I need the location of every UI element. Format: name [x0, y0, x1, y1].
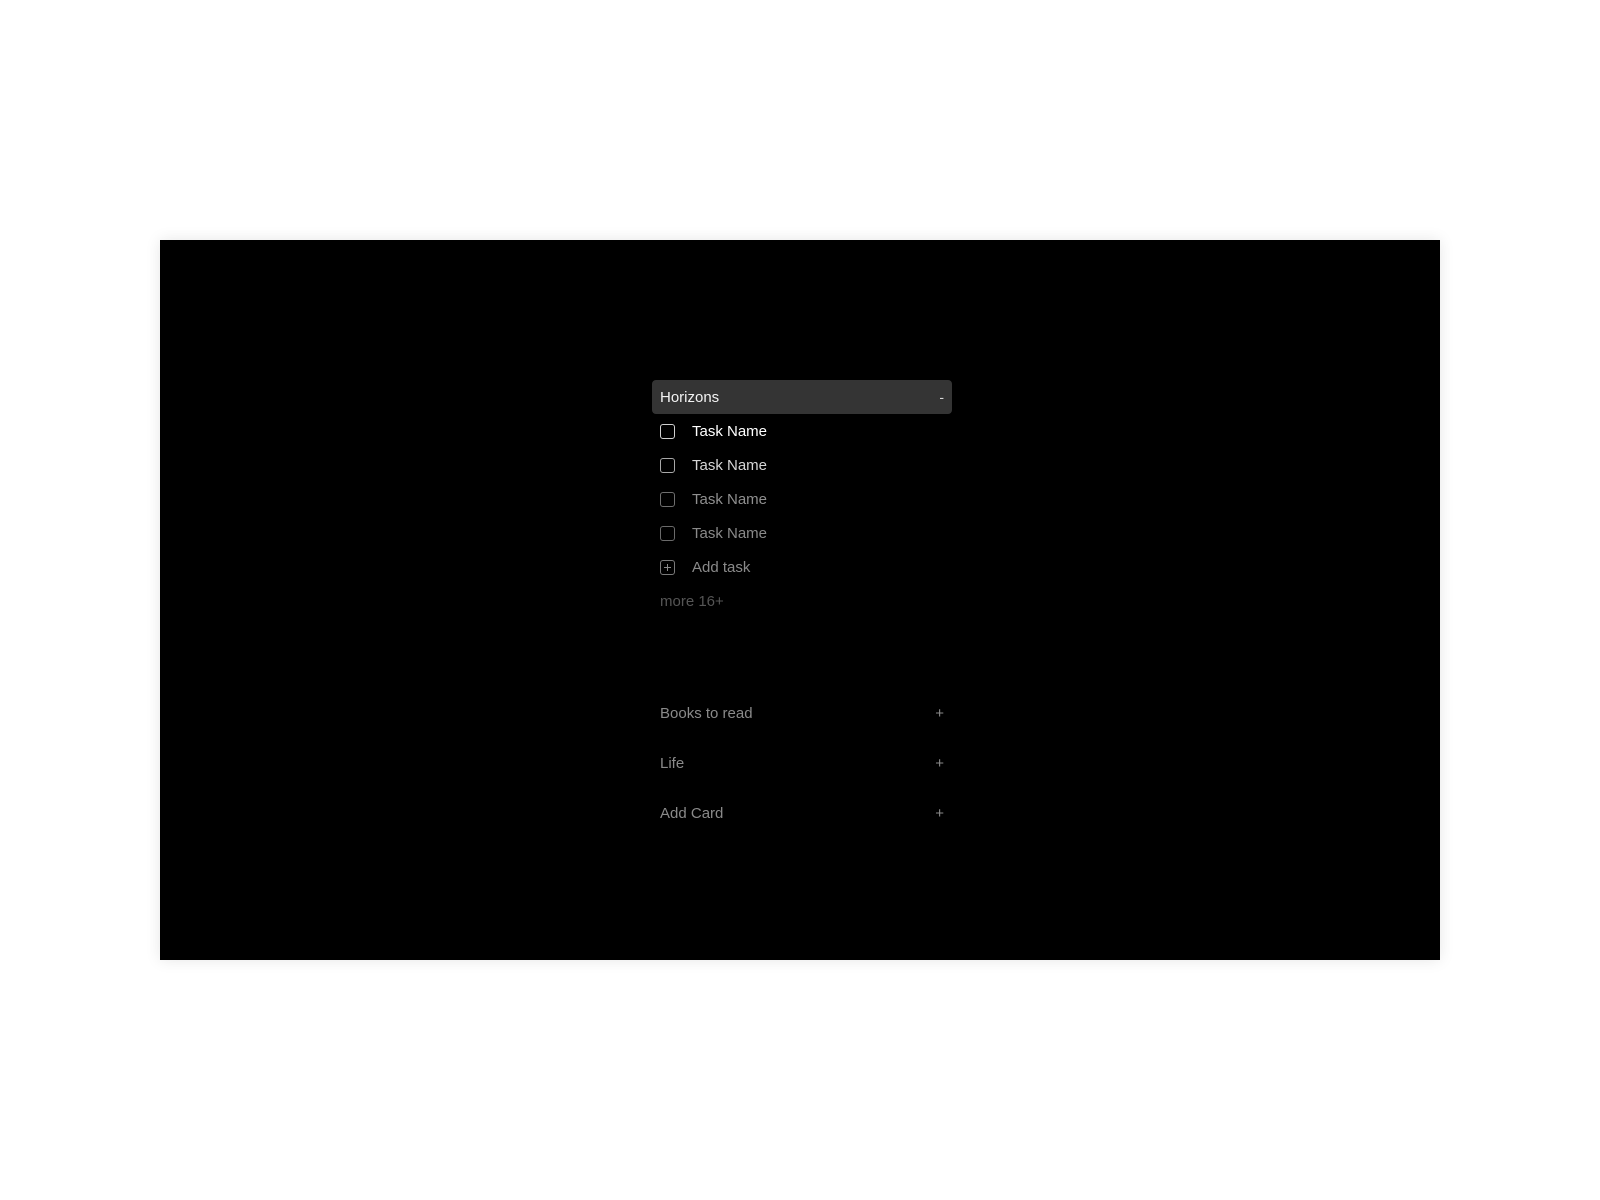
- plus-icon[interactable]: +: [935, 705, 944, 722]
- task-label: Task Name: [692, 456, 768, 474]
- checkbox-icon[interactable]: [660, 525, 675, 541]
- card-books-to-read[interactable]: Books to read +: [652, 688, 952, 738]
- plus-icon[interactable]: +: [935, 805, 944, 822]
- task-item[interactable]: Task Name: [652, 448, 952, 482]
- card-column: Horizons - Task Name Task Name Task Name…: [652, 380, 952, 838]
- more-tasks-link[interactable]: more 16+: [652, 584, 952, 618]
- card-header-horizons[interactable]: Horizons -: [652, 380, 952, 414]
- card-label: Books to read: [660, 704, 753, 722]
- checkbox-icon[interactable]: [660, 423, 675, 439]
- task-item[interactable]: Task Name: [652, 482, 952, 516]
- card-label: Add Card: [660, 804, 724, 822]
- plus-square-icon: [660, 559, 675, 575]
- checkbox-icon[interactable]: [660, 491, 675, 507]
- task-label: Task Name: [692, 422, 768, 440]
- card-life[interactable]: Life +: [652, 738, 952, 788]
- add-task-label: Add task: [692, 558, 751, 576]
- collapse-icon[interactable]: -: [939, 389, 944, 405]
- card-list: Books to read + Life + Add Card +: [652, 688, 952, 838]
- app-window: Horizons - Task Name Task Name Task Name…: [160, 240, 1440, 960]
- task-label: Task Name: [692, 524, 768, 542]
- card-title: Horizons: [660, 388, 720, 406]
- task-item[interactable]: Task Name: [652, 516, 952, 550]
- task-label: Task Name: [692, 490, 768, 508]
- plus-icon[interactable]: +: [935, 755, 944, 772]
- add-card-button[interactable]: Add Card +: [652, 788, 952, 838]
- card-label: Life: [660, 754, 685, 772]
- checkbox-icon[interactable]: [660, 457, 675, 473]
- add-task-button[interactable]: Add task: [652, 550, 952, 584]
- task-item[interactable]: Task Name: [652, 414, 952, 448]
